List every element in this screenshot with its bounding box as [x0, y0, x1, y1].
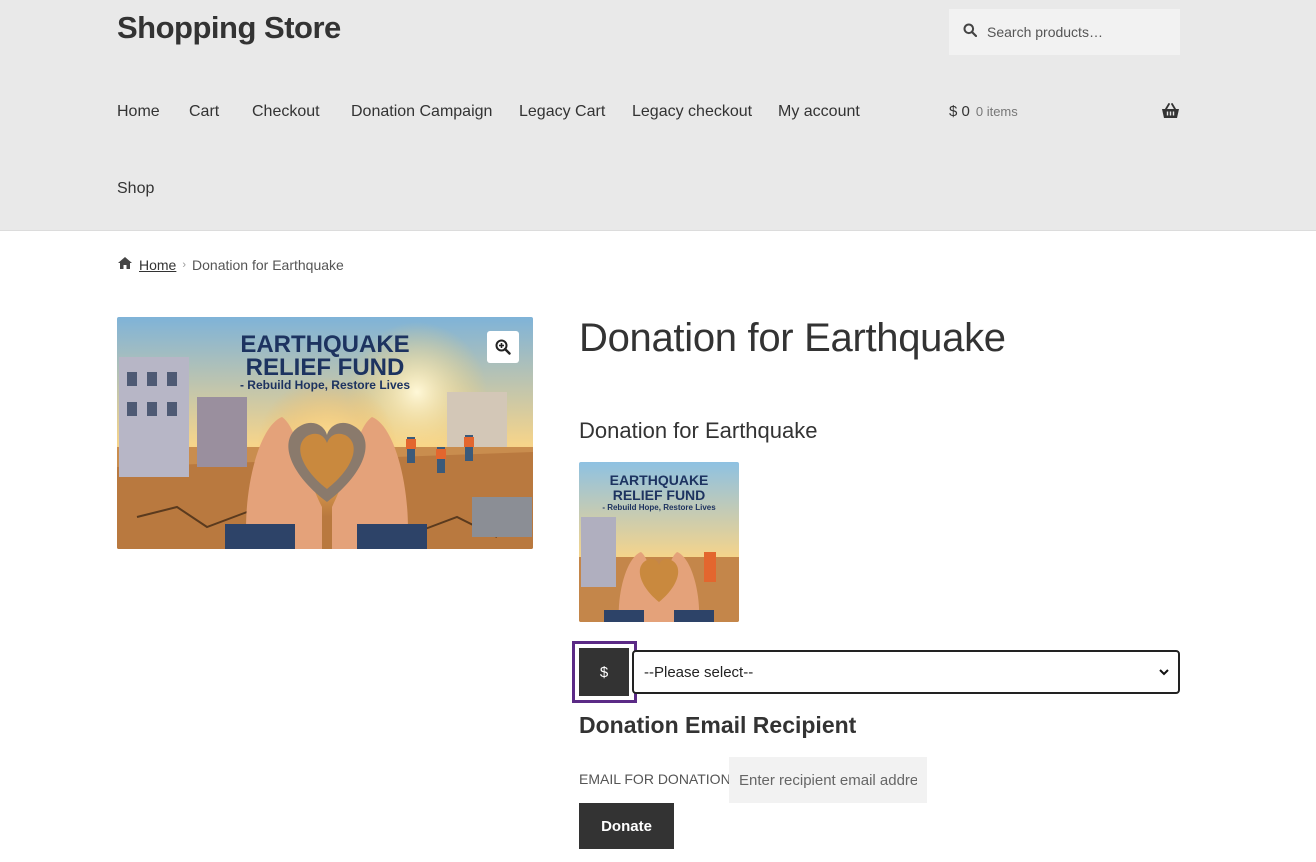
- zoom-icon[interactable]: [487, 331, 519, 363]
- breadcrumb-current: Donation for Earthquake: [192, 256, 344, 273]
- nav-item-shop[interactable]: Shop: [117, 180, 154, 198]
- basket-icon[interactable]: [1161, 103, 1180, 123]
- select-value: --Please select--: [644, 663, 754, 681]
- nav-item-my-account[interactable]: My account: [778, 103, 860, 121]
- site-title[interactable]: Shopping Store: [117, 10, 341, 46]
- home-icon: [117, 256, 133, 273]
- site-header: Shopping Store Home Cart Checkout Donati…: [0, 0, 1316, 231]
- nav-item-home[interactable]: Home: [117, 103, 160, 121]
- product-main-image[interactable]: EARTHQUAKE RELIEF FUND - Rebuild Hope, R…: [117, 317, 533, 549]
- breadcrumb: Home › Donation for Earthquake: [117, 256, 344, 273]
- nav-item-legacy-cart[interactable]: Legacy Cart: [519, 103, 605, 121]
- breadcrumb-home-link[interactable]: Home: [139, 257, 176, 273]
- email-label: EMAIL FOR DONATION: [579, 771, 731, 787]
- thumb-line-3: - Rebuild Hope, Restore Lives: [602, 503, 716, 512]
- nav-item-legacy-checkout[interactable]: Legacy checkout: [632, 103, 752, 121]
- cart-count: 0 items: [975, 104, 1018, 119]
- image-line-2: RELIEF FUND: [246, 354, 405, 381]
- search-input[interactable]: [985, 23, 1179, 41]
- donate-button[interactable]: Donate: [579, 803, 674, 849]
- email-field[interactable]: [729, 757, 927, 803]
- nav-item-checkout[interactable]: Checkout: [252, 103, 320, 121]
- thumb-line-2: RELIEF FUND: [613, 487, 706, 503]
- thumb-line-1: EARTHQUAKE: [610, 472, 709, 488]
- nav-item-cart[interactable]: Cart: [189, 103, 219, 121]
- currency-symbol[interactable]: $: [579, 648, 629, 696]
- search-icon: [963, 23, 978, 42]
- product-title: Donation for Earthquake: [579, 316, 1006, 360]
- nav-item-donation-campaign[interactable]: Donation Campaign: [351, 103, 492, 121]
- product-subtitle: Donation for Earthquake: [579, 418, 818, 443]
- donation-email-heading: Donation Email Recipient: [579, 712, 857, 738]
- image-line-3: - Rebuild Hope, Restore Lives: [240, 378, 410, 392]
- header-cart[interactable]: $ 0 0 items: [949, 103, 1180, 125]
- cart-amount: $ 0: [949, 103, 970, 120]
- donation-amount-select[interactable]: --Please select--: [632, 650, 1180, 694]
- product-thumbnail[interactable]: EARTHQUAKE RELIEF FUND - Rebuild Hope, R…: [579, 462, 739, 622]
- search-box[interactable]: [949, 9, 1180, 55]
- breadcrumb-separator-icon: ›: [182, 258, 187, 271]
- currency-focus-outline: $: [572, 641, 637, 703]
- chevron-down-icon: [1158, 665, 1170, 682]
